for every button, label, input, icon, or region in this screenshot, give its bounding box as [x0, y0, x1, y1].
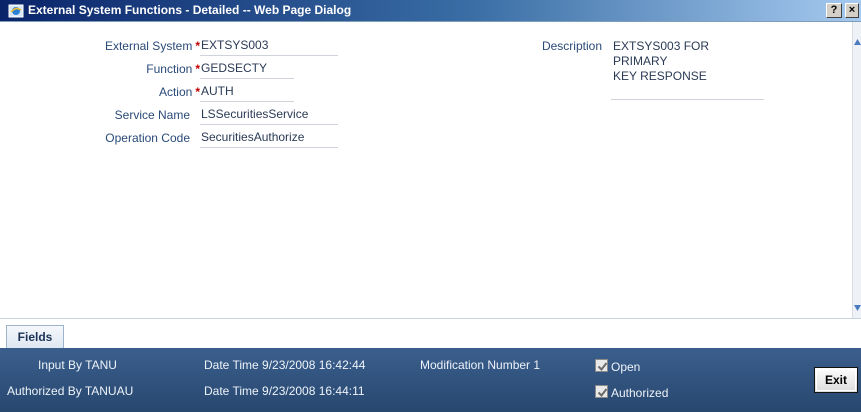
title-bar: External System Functions - Detailed -- … — [0, 0, 861, 22]
external-system-field[interactable]: EXTSYS003 — [200, 37, 338, 56]
service-name-field[interactable]: LSSecuritiesService — [200, 106, 338, 125]
authorized-label: Authorized — [611, 386, 669, 400]
service-name-label: Service Name — [114, 108, 190, 122]
action-label: Action * — [158, 85, 200, 99]
checkmark-icon — [597, 362, 608, 372]
tab-fields[interactable]: Fields — [6, 325, 64, 349]
help-button[interactable]: ? — [826, 3, 842, 18]
function-field[interactable]: GEDSECTY — [200, 60, 294, 79]
exit-button[interactable]: Exit — [814, 367, 858, 393]
input-by-text: Input By TANU — [38, 358, 117, 372]
scroll-down-icon[interactable] — [854, 304, 861, 312]
ie-page-icon — [8, 4, 24, 18]
window-title: External System Functions - Detailed -- … — [28, 3, 352, 17]
scroll-up-icon[interactable] — [854, 38, 861, 46]
audit-footer: Input By TANU Authorized By TANUAU Date … — [0, 348, 861, 412]
modification-number-text: Modification Number 1 — [420, 358, 541, 372]
description-underline — [611, 99, 764, 100]
operation-code-label: Operation Code — [105, 131, 190, 145]
operation-code-field[interactable]: SecuritiesAuthorize — [200, 129, 338, 148]
description-field[interactable]: EXTSYS003 FOR PRIMARY KEY RESPONSE — [613, 39, 763, 84]
external-system-label: External System * — [104, 39, 200, 53]
input-datetime-text: Date Time 9/23/2008 16:42:44 — [204, 358, 366, 372]
open-checkbox[interactable] — [595, 359, 608, 372]
vertical-scrollbar[interactable] — [852, 22, 861, 318]
tab-bar: Fields — [0, 318, 861, 349]
description-label: Description — [541, 39, 602, 53]
action-field[interactable]: AUTH — [200, 83, 294, 102]
checkmark-icon — [597, 388, 608, 398]
close-button[interactable]: × — [845, 3, 859, 18]
open-label: Open — [611, 360, 641, 374]
authorized-by-text: Authorized By TANUAU — [7, 384, 134, 398]
function-label: Function * — [146, 62, 200, 76]
auth-datetime-text: Date Time 9/23/2008 16:44:11 — [204, 384, 365, 398]
detail-panel: External System * EXTSYS003 Function * GED… — [0, 22, 852, 318]
authorized-checkbox[interactable] — [595, 385, 608, 398]
